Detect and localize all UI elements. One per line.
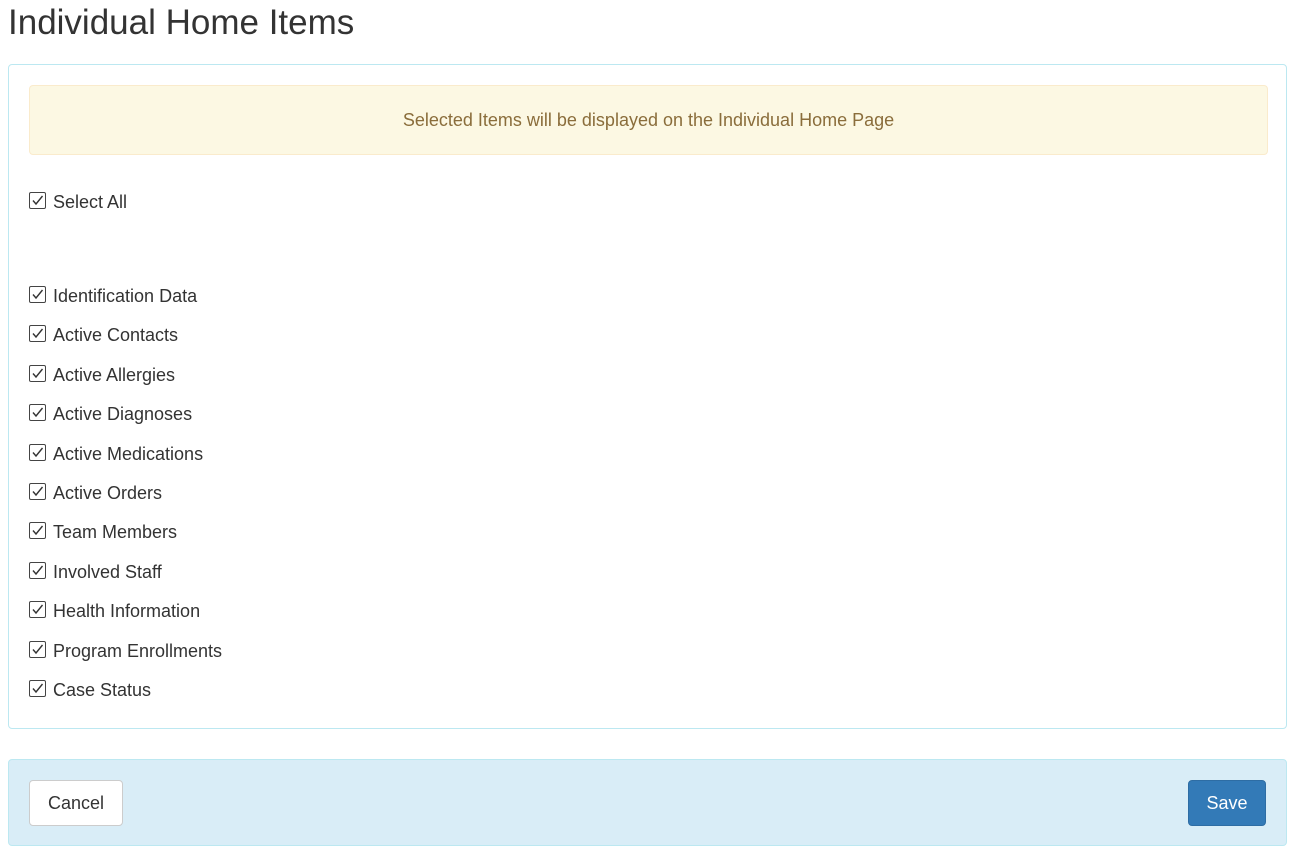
item-case-status[interactable]: Case Status xyxy=(29,676,151,704)
checkbox-box[interactable] xyxy=(29,561,46,579)
item-label: Involved Staff xyxy=(53,561,162,582)
item-team-members[interactable]: Team Members xyxy=(29,518,177,546)
item-identification-data[interactable]: Identification Data xyxy=(29,282,197,310)
checkmark-icon xyxy=(32,447,44,457)
checkbox-box[interactable] xyxy=(29,640,46,658)
checkbox-box[interactable] xyxy=(29,600,46,618)
cancel-button[interactable]: Cancel xyxy=(29,780,123,826)
checkbox-box[interactable] xyxy=(29,191,46,209)
checkmark-icon xyxy=(32,486,44,496)
checkmark-icon xyxy=(32,683,44,693)
checkmark-icon xyxy=(32,604,44,614)
item-label: Active Orders xyxy=(53,482,163,503)
info-alert: Selected Items will be displayed on the … xyxy=(29,85,1268,155)
alert-text: Selected Items will be displayed on the … xyxy=(402,109,895,130)
checkmark-icon xyxy=(32,368,44,378)
item-active-diagnoses[interactable]: Active Diagnoses xyxy=(29,400,192,428)
checkbox-box[interactable] xyxy=(29,443,46,461)
item-label: Identification Data xyxy=(53,285,198,306)
item-label: Health Information xyxy=(53,600,201,621)
checkmark-icon xyxy=(32,565,44,575)
item-label: Active Allergies xyxy=(53,364,176,385)
item-label: Program Enrollments xyxy=(53,640,223,661)
checkmark-icon xyxy=(32,407,44,417)
item-active-medications[interactable]: Active Medications xyxy=(29,440,203,468)
checkbox-box[interactable] xyxy=(29,679,46,697)
checkbox-box[interactable] xyxy=(29,324,46,342)
item-active-allergies[interactable]: Active Allergies xyxy=(29,361,175,389)
checkbox-box[interactable] xyxy=(29,482,46,500)
home-items-panel: Selected Items will be displayed on the … xyxy=(8,64,1287,729)
item-health-information[interactable]: Health Information xyxy=(29,597,200,625)
item-involved-staff[interactable]: Involved Staff xyxy=(29,558,162,586)
checkmark-icon xyxy=(32,289,44,299)
item-label: Active Diagnoses xyxy=(53,403,193,424)
item-label: Team Members xyxy=(53,521,178,542)
checkmark-icon xyxy=(32,644,44,654)
checkbox-box[interactable] xyxy=(29,521,46,539)
checkmark-icon xyxy=(32,195,44,205)
checkbox-box[interactable] xyxy=(29,285,46,303)
item-label: Active Medications xyxy=(53,443,204,464)
item-label: Case Status xyxy=(53,679,152,700)
select-all-label: Select All xyxy=(53,191,128,212)
checkmark-icon xyxy=(32,328,44,338)
select-all-checkbox[interactable]: Select All xyxy=(29,188,127,216)
checkbox-box[interactable] xyxy=(29,364,46,382)
page-title: Individual Home Items xyxy=(8,3,355,42)
save-button[interactable]: Save xyxy=(1188,780,1266,826)
checkbox-box[interactable] xyxy=(29,403,46,421)
modal-footer: Cancel Save xyxy=(8,759,1287,846)
item-label: Active Contacts xyxy=(53,324,179,345)
item-program-enrollments[interactable]: Program Enrollments xyxy=(29,637,222,665)
item-active-contacts[interactable]: Active Contacts xyxy=(29,321,178,349)
checkmark-icon xyxy=(32,525,44,535)
item-active-orders[interactable]: Active Orders xyxy=(29,479,162,507)
